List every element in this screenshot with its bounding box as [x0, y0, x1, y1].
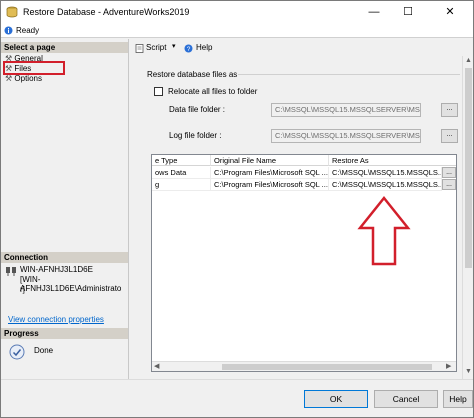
annotation-up-arrow	[357, 196, 411, 266]
scroll-thumb[interactable]	[465, 68, 472, 268]
log-folder-field[interactable]: C:\MSSQL\MSSQL15.MSSQLSERVER\MSS	[271, 129, 421, 143]
user-name-cont: r]	[20, 285, 25, 294]
data-folder-field[interactable]: C:\MSSQL\MSSQL15.MSSQLSERVER\MSS	[271, 103, 421, 117]
toolbar: Script ▾ ? Help	[132, 41, 332, 55]
page-label: Options	[14, 74, 42, 83]
data-folder-label: Data file folder :	[169, 105, 226, 114]
database-icon	[6, 6, 18, 18]
chevron-down-icon: ▾	[172, 43, 176, 50]
log-folder-label: Log file folder :	[169, 131, 222, 140]
help-icon: ?	[184, 44, 193, 53]
button-bar-divider	[1, 379, 473, 380]
server-connection-icon	[6, 267, 16, 276]
script-button[interactable]: Script ▾	[135, 43, 179, 54]
column-header-restore-as[interactable]: Restore As	[329, 155, 456, 166]
scroll-right-icon[interactable]: ▶	[446, 362, 451, 370]
relocate-checkbox[interactable]	[154, 87, 163, 96]
row-restore-as-cell[interactable]: C:\MSSQL\MSSQL15.MSSQLS...	[329, 179, 442, 191]
status-text: Ready	[16, 26, 40, 35]
title-bar: Restore Database - AdventureWorks2019 — …	[1, 1, 473, 23]
done-icon	[9, 344, 25, 360]
maximize-button[interactable]: ☐	[393, 1, 423, 23]
files-highlight-box	[3, 61, 65, 75]
help-button[interactable]: Help	[443, 390, 473, 408]
connection-heading: Connection	[1, 252, 128, 263]
scroll-thumb[interactable]	[222, 364, 432, 370]
scroll-left-icon[interactable]: ◀	[154, 362, 159, 370]
row-browse-button[interactable]: ...	[442, 179, 456, 190]
window-title: Restore Database - AdventureWorks2019	[23, 7, 190, 17]
row-original-cell: C:\Program Files\Microsoft SQL ...	[211, 167, 329, 179]
row-browse-button[interactable]: ...	[442, 167, 456, 178]
script-label: Script	[146, 43, 167, 52]
row-type-cell: ows Data	[152, 167, 211, 179]
select-page-heading: Select a page	[1, 42, 128, 53]
restore-database-dialog: Restore Database - AdventureWorks2019 — …	[0, 0, 474, 418]
scroll-down-icon[interactable]: ▼	[465, 368, 472, 375]
progress-status: Done	[34, 346, 54, 355]
page-vertical-scrollbar[interactable]: ▲ ▼	[462, 56, 473, 379]
grid-horizontal-scrollbar[interactable]: ◀ ▶	[152, 361, 456, 371]
server-name: WIN-AFNHJ3L1D6E	[20, 265, 93, 274]
files-grid: e Type Original File Name Restore As ows…	[151, 154, 457, 372]
section-divider	[238, 74, 460, 75]
svg-text:?: ?	[187, 46, 191, 53]
progress-heading: Progress	[1, 328, 128, 339]
view-connection-properties-link[interactable]: View connection properties	[8, 315, 104, 324]
info-icon	[4, 26, 13, 35]
cancel-button[interactable]: Cancel	[374, 390, 438, 408]
row-original-cell: C:\Program Files\Microsoft SQL ...	[211, 179, 329, 191]
column-header-type[interactable]: e Type	[152, 155, 211, 166]
script-icon	[135, 44, 144, 53]
page-item-options[interactable]: ⚒ Options	[5, 74, 42, 84]
wrench-icon: ⚒	[5, 74, 13, 83]
scroll-up-icon[interactable]: ▲	[465, 57, 472, 64]
data-folder-browse-button[interactable]: ...	[441, 103, 458, 117]
help-toolbar-button[interactable]: ? Help	[184, 43, 214, 54]
left-pane: Select a page ⚒ General ⚒ Files ⚒ Option…	[1, 39, 129, 379]
section-label: Restore database files as	[147, 70, 238, 79]
minimize-button[interactable]: —	[359, 1, 389, 23]
help-label: Help	[196, 43, 213, 52]
status-bar: Ready	[1, 23, 473, 38]
user-name: [WIN-AFNHJ3L1D6E\Administrato	[20, 275, 122, 293]
row-restore-as-cell[interactable]: C:\MSSQL\MSSQL15.MSSQLS...	[329, 167, 442, 179]
row-type-cell: g	[152, 179, 211, 191]
log-folder-browse-button[interactable]: ...	[441, 129, 458, 143]
relocate-label: Relocate all files to folder	[168, 87, 258, 96]
ok-button[interactable]: OK	[304, 390, 368, 408]
close-button[interactable]: ✕	[427, 1, 473, 23]
column-header-original[interactable]: Original File Name	[211, 155, 329, 166]
